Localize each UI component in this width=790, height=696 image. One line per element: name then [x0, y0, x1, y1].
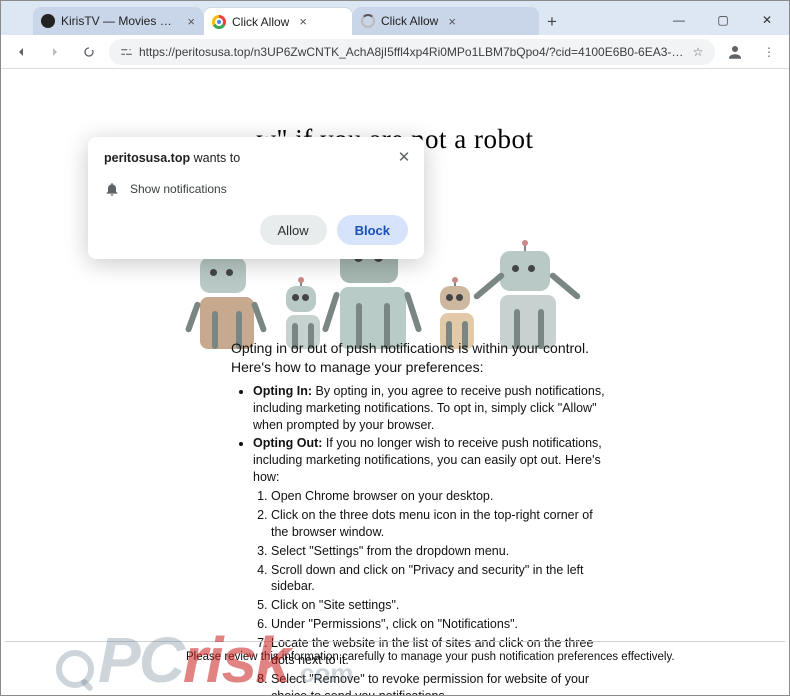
popup-site-name: peritosusa.top — [104, 151, 190, 165]
popup-permission-label: Show notifications — [130, 182, 227, 196]
popup-close-button[interactable]: ✕ — [394, 147, 414, 167]
arrow-right-icon — [47, 44, 63, 60]
allow-button[interactable]: Allow — [260, 215, 327, 245]
tab-click-allow-active[interactable]: Click Allow × — [203, 7, 353, 35]
tab-strip: KirisTV — Movies and Series D… × Click A… — [1, 1, 789, 35]
popup-permission-row: Show notifications — [104, 181, 408, 197]
browser-menu-button[interactable]: ⋮ — [755, 38, 783, 66]
url-field[interactable]: https://peritosusa.top/n3UP6ZwCNTK_AchA8… — [109, 39, 715, 65]
close-icon[interactable]: × — [187, 15, 195, 28]
tab-click-allow-loading[interactable]: Click Allow × — [353, 7, 539, 35]
footer-note: Please review this information carefully… — [186, 651, 675, 663]
person-icon — [726, 43, 744, 61]
tab-label: KirisTV — Movies and Series D… — [61, 14, 177, 28]
popup-title: peritosusa.top wants to — [104, 151, 408, 165]
step-item: Click on "Site settings". — [271, 597, 611, 614]
opt-out-item: Opting Out: If you no longer wish to rec… — [253, 435, 611, 486]
chrome-favicon-icon — [212, 15, 226, 29]
block-button[interactable]: Block — [337, 215, 408, 245]
step-item: Select "Settings" from the dropdown menu… — [271, 543, 611, 560]
address-bar: https://peritosusa.top/n3UP6ZwCNTK_AchA8… — [1, 35, 789, 69]
tune-icon — [119, 45, 133, 59]
step-item: Click on the three dots menu icon in the… — [271, 507, 611, 541]
close-icon[interactable]: × — [299, 15, 307, 28]
arrow-left-icon — [13, 44, 29, 60]
separator-line — [5, 641, 785, 642]
loading-spinner-icon — [361, 14, 375, 28]
popup-wants-to: wants to — [190, 151, 240, 165]
step-item: Select "Remove" to revoke permission for… — [271, 671, 611, 695]
tab-label: Click Allow — [381, 14, 438, 28]
step-item: Under "Permissions", click on "Notificat… — [271, 616, 611, 633]
bookmark-star-icon[interactable]: ☆ — [691, 45, 705, 59]
close-window-button[interactable]: ✕ — [745, 5, 789, 35]
reload-button[interactable] — [75, 38, 103, 66]
steps-list: Open Chrome browser on your desktop. Cli… — [271, 488, 611, 695]
profile-button[interactable] — [721, 38, 749, 66]
minimize-button[interactable]: — — [657, 5, 701, 35]
reload-icon — [81, 44, 97, 60]
new-tab-button[interactable]: + — [539, 9, 565, 35]
tab-kiristv[interactable]: KirisTV — Movies and Series D… × — [33, 7, 203, 35]
page-viewport: w" if you are not a robot — [1, 69, 789, 695]
step-item: Open Chrome browser on your desktop. — [271, 488, 611, 505]
window-controls: — ▢ ✕ — [657, 5, 789, 35]
opt-in-item: Opting In: By opting in, you agree to re… — [253, 383, 611, 434]
url-text: https://peritosusa.top/n3UP6ZwCNTK_AchA8… — [139, 45, 685, 59]
close-icon[interactable]: × — [448, 15, 456, 28]
popup-actions: Allow Block — [104, 215, 408, 245]
opt-in-label: Opting In: — [253, 384, 312, 398]
favicon-dot-icon — [41, 14, 55, 28]
maximize-button[interactable]: ▢ — [701, 5, 745, 35]
browser-window: KirisTV — Movies and Series D… × Click A… — [0, 0, 790, 696]
step-item: Scroll down and click on "Privacy and se… — [271, 562, 611, 596]
opt-out-label: Opting Out: — [253, 436, 322, 450]
bell-icon — [104, 181, 120, 197]
notification-permission-popup: ✕ peritosusa.top wants to Show notificat… — [88, 137, 424, 259]
forward-button[interactable] — [41, 38, 69, 66]
tab-label: Click Allow — [232, 15, 289, 29]
lead-paragraph: Opting in or out of push notifications i… — [231, 339, 611, 377]
back-button[interactable] — [7, 38, 35, 66]
magnifier-icon — [56, 650, 94, 688]
watermark-pc: PC — [98, 623, 183, 695]
